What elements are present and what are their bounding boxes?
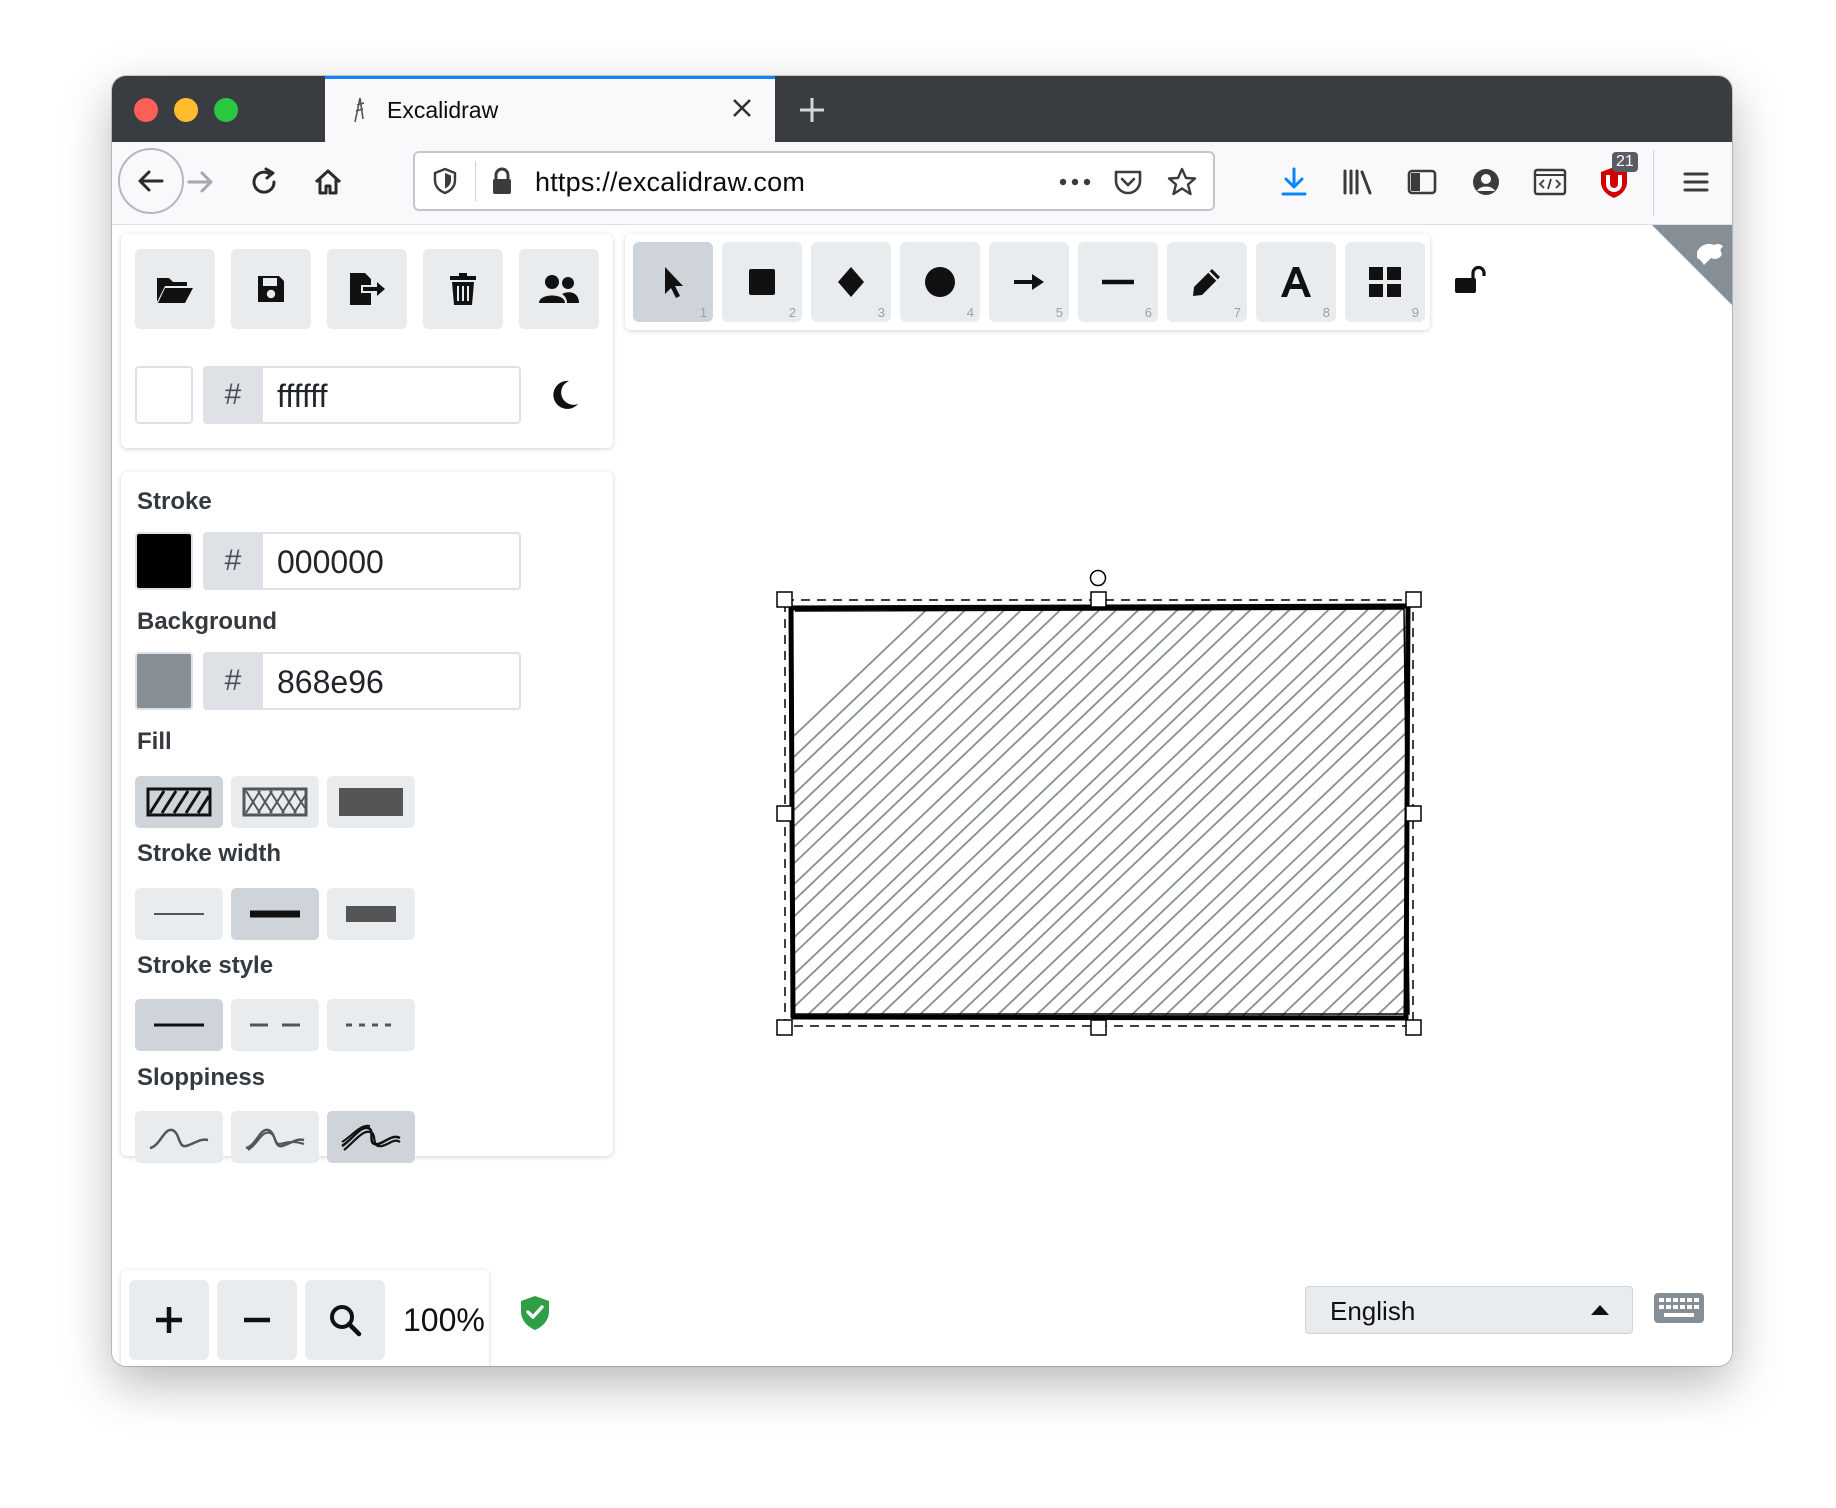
language-select[interactable]: English [1305, 1286, 1633, 1334]
selection-box [776, 569, 1422, 1036]
tab-excalidraw[interactable]: Excalidraw [325, 76, 775, 142]
lock-icon[interactable] [487, 165, 517, 197]
hachure-line [1405, 606, 1408, 1018]
new-tab-icon[interactable] [792, 90, 832, 130]
toolbar-divider [1653, 150, 1654, 216]
resize-handle[interactable] [1405, 591, 1422, 608]
hachure-line [1154, 606, 1408, 1018]
hachure-line [792, 606, 943, 1018]
zoom-reset-icon [330, 1305, 362, 1337]
hachure-line [964, 606, 1408, 1018]
hachure-line [1271, 606, 1408, 1018]
hachure-line [1249, 606, 1408, 1018]
minus-icon [244, 1317, 270, 1323]
hachure-line [792, 606, 1152, 1018]
hachure-line [869, 606, 1323, 1018]
hachure-line [1137, 606, 1408, 1018]
back-icon [138, 170, 164, 192]
drawing-canvas[interactable] [112, 225, 1732, 1366]
hachure-line [792, 606, 1000, 1018]
hachure-line [908, 606, 1361, 1018]
zoom-in-button[interactable] [129, 1280, 209, 1360]
language-value: English [1330, 1296, 1416, 1326]
keyboard-icon [1654, 1293, 1704, 1323]
shield-icon[interactable] [429, 165, 461, 197]
resize-handle[interactable] [1090, 591, 1107, 608]
tab-bar: Excalidraw [112, 76, 1732, 142]
hachure-line [1327, 606, 1408, 1018]
hachure-line [1383, 606, 1408, 1018]
close-window-button[interactable] [134, 98, 158, 122]
hachure-line [792, 606, 1114, 1018]
hachure-line [1098, 606, 1408, 1018]
menu-icon[interactable] [1674, 160, 1718, 204]
url-divider [475, 161, 476, 201]
hachure-line [1232, 606, 1408, 1018]
rectangle-element[interactable] [490, 595, 1732, 1025]
tab-title: Excalidraw [387, 97, 499, 123]
forward-icon[interactable] [178, 160, 222, 204]
pocket-icon[interactable] [1111, 165, 1145, 199]
hachure-line [1423, 597, 1732, 1025]
hachure-line [891, 606, 1342, 1018]
excalidraw-app: # ffffff Stroke # 000000 Background # 86… [112, 225, 1732, 1366]
hachure-line [986, 606, 1408, 1018]
resize-handle[interactable] [776, 1019, 793, 1036]
reload-icon[interactable] [242, 160, 286, 204]
zoom-window-button[interactable] [214, 98, 238, 122]
hachure-line [1003, 606, 1408, 1018]
caret-up-icon [1591, 1305, 1609, 1315]
encryption-shield-icon [518, 1294, 552, 1332]
zoom-level: 100% [403, 1302, 485, 1338]
sidebar-icon[interactable] [1400, 160, 1444, 204]
excalidraw-favicon-icon [349, 95, 371, 125]
resize-handle[interactable] [1405, 805, 1422, 822]
hachure-line [796, 606, 1247, 1018]
resize-handle[interactable] [1090, 1019, 1107, 1036]
library-icon[interactable] [1336, 160, 1380, 204]
rotation-handle[interactable] [1089, 569, 1107, 587]
resize-handle[interactable] [776, 805, 793, 822]
hachure-line [792, 606, 1228, 1018]
home-icon[interactable] [306, 160, 350, 204]
url-text[interactable]: https://excalidraw.com [535, 167, 805, 198]
hachure-line [792, 606, 1057, 1018]
more-icon[interactable] [1055, 167, 1095, 197]
star-icon[interactable] [1165, 165, 1199, 199]
hachure-line [1310, 606, 1408, 1018]
hachure-fill [792, 597, 1732, 1025]
reset-zoom-button[interactable] [305, 1280, 385, 1360]
hachure-line [792, 606, 1076, 1018]
hachure-line [1081, 606, 1408, 1018]
account-icon[interactable] [1464, 160, 1508, 204]
hachure-line [1059, 606, 1408, 1018]
hachure-line [792, 606, 1133, 1018]
hachure-line [792, 606, 981, 1018]
browser-window: Excalidraw https://excalidraw.com 21 # f… [112, 76, 1732, 1366]
hachure-line [792, 606, 1038, 1018]
resize-handle[interactable] [776, 591, 793, 608]
hachure-line [852, 606, 1304, 1018]
hachure-line [813, 606, 1266, 1018]
hachure-line [1042, 606, 1408, 1018]
back-button[interactable] [118, 148, 184, 214]
zoom-out-button[interactable] [217, 1280, 297, 1360]
hachure-line [792, 606, 962, 1018]
minimize-window-button[interactable] [174, 98, 198, 122]
devtools-icon[interactable] [1528, 160, 1572, 204]
zoom-panel: 100% [121, 1270, 489, 1366]
hachure-line [1288, 606, 1408, 1018]
ublock-badge: 21 [1612, 152, 1638, 172]
resize-handle[interactable] [1405, 1019, 1422, 1036]
plus-icon [156, 1307, 182, 1333]
keyboard-shortcuts-button[interactable] [1652, 1287, 1706, 1331]
url-bar[interactable]: https://excalidraw.com [413, 151, 1215, 211]
download-icon[interactable] [1272, 160, 1316, 204]
navigation-toolbar: https://excalidraw.com 21 [112, 142, 1732, 225]
hachure-line [947, 606, 1399, 1018]
close-tab-icon[interactable] [727, 93, 757, 123]
hachure-line [792, 606, 1209, 1018]
hachure-line [1176, 606, 1408, 1018]
